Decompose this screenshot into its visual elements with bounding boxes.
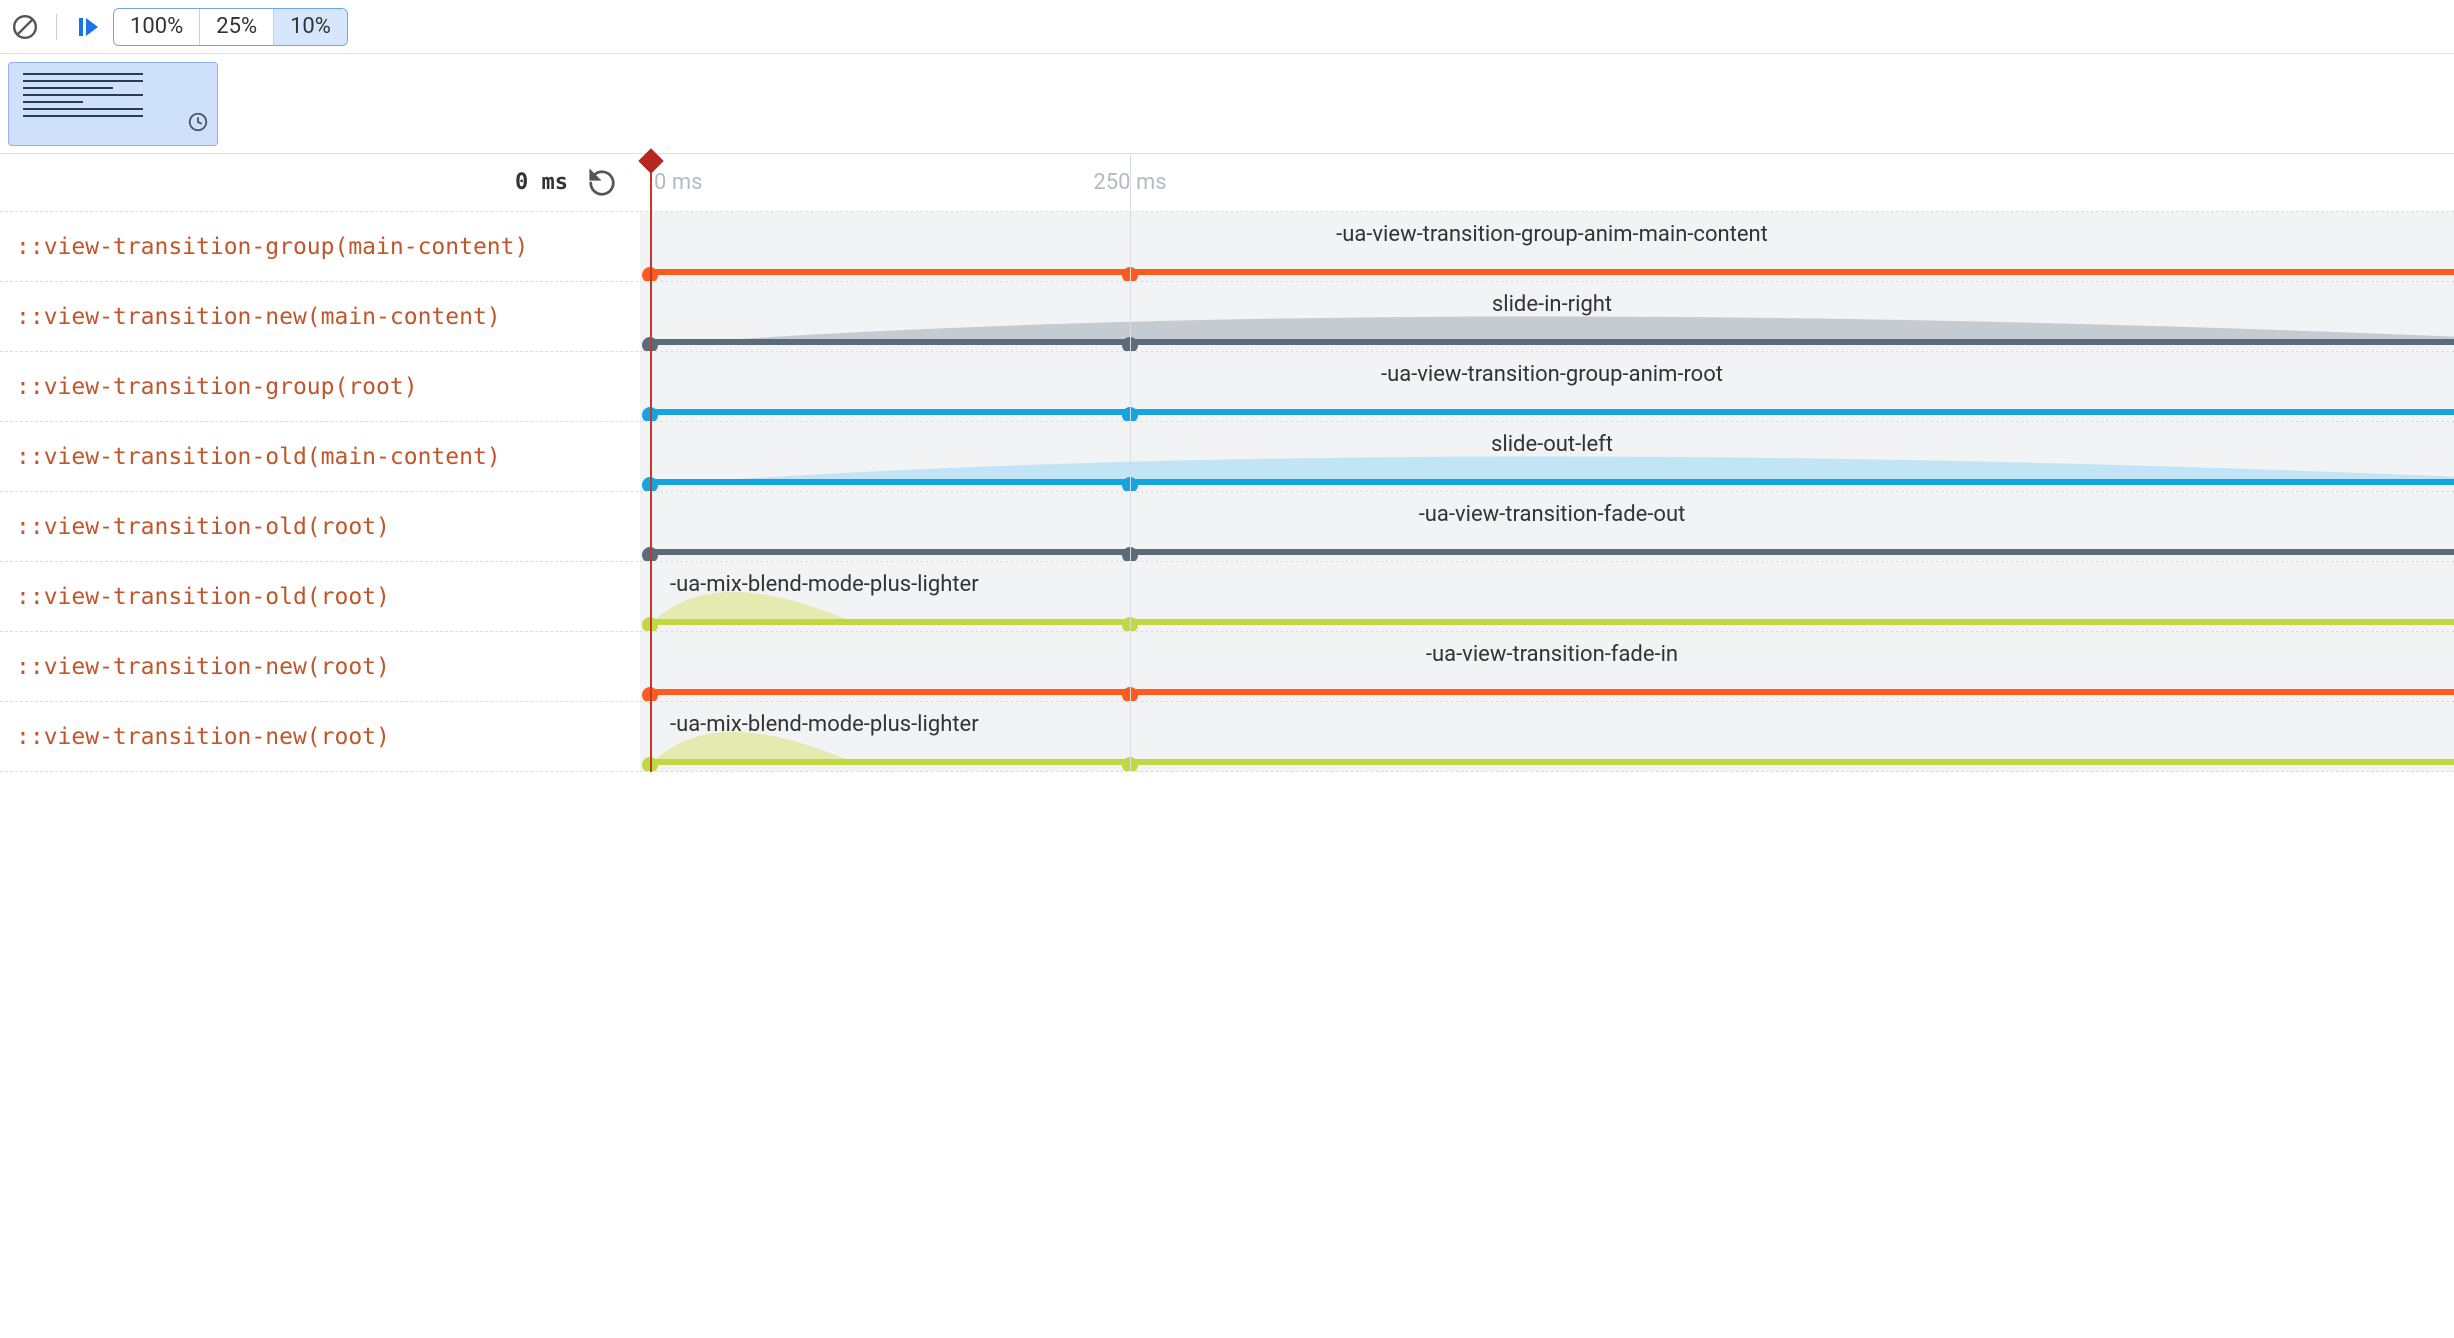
speed-option-100[interactable]: 100%: [114, 9, 200, 45]
animation-duration-bar[interactable]: [650, 619, 2454, 625]
clear-button[interactable]: [8, 10, 42, 44]
preview-line: [23, 73, 143, 75]
animation-duration-bar[interactable]: [650, 549, 2454, 555]
animation-name-label: -ua-mix-blend-mode-plus-lighter: [650, 572, 2454, 597]
timeline-header: 0 ms 0 ms 250 ms: [0, 154, 2454, 212]
animation-row: ::view-transition-old(root) -ua-mix-blend…: [0, 562, 2454, 632]
clear-icon: [12, 14, 38, 40]
animation-duration-bar[interactable]: [650, 479, 2454, 485]
animation-track[interactable]: -ua-mix-blend-mode-plus-lighter: [640, 702, 2454, 771]
animation-name-label: -ua-view-transition-fade-out: [650, 502, 2454, 527]
animation-selector-label[interactable]: ::view-transition-new(main-content): [0, 282, 640, 351]
preview-line: [23, 87, 113, 89]
play-pause-button[interactable]: [71, 10, 105, 44]
animation-rows: ::view-transition-group(main-content)-ua…: [0, 212, 2454, 772]
speed-option-25[interactable]: 25%: [200, 9, 274, 45]
clock-icon: [187, 111, 209, 139]
gridline-250ms: [1130, 154, 1131, 772]
animation-row: ::view-transition-new(root) -ua-view-tran…: [0, 632, 2454, 702]
animation-selector-label[interactable]: ::view-transition-new(root): [0, 702, 640, 771]
timeline-header-left: 0 ms: [0, 154, 640, 211]
animation-selector-label[interactable]: ::view-transition-group(root): [0, 352, 640, 421]
animation-duration-bar[interactable]: [650, 759, 2454, 765]
animation-selector-label[interactable]: ::view-transition-new(root): [0, 632, 640, 701]
replay-icon: [587, 168, 617, 198]
animation-row: ::view-transition-old(main-content) slide…: [0, 422, 2454, 492]
animation-duration-bar[interactable]: [650, 339, 2454, 345]
toolbar: 100% 25% 10%: [0, 0, 2454, 54]
tick-label-0ms: 0 ms: [654, 170, 702, 195]
animation-row: ::view-transition-old(root) -ua-view-tran…: [0, 492, 2454, 562]
animation-name-label: -ua-mix-blend-mode-plus-lighter: [650, 712, 2454, 737]
animation-selector-label[interactable]: ::view-transition-old(main-content): [0, 422, 640, 491]
playhead-scrubber[interactable]: [650, 154, 652, 772]
preview-line: [23, 101, 83, 103]
toolbar-divider: [56, 14, 57, 40]
animation-name-label: slide-in-right: [650, 292, 2454, 317]
animation-group-preview[interactable]: [8, 62, 218, 146]
animation-row: ::view-transition-group(root) -ua-view-tr…: [0, 352, 2454, 422]
animation-selector-label[interactable]: ::view-transition-old(root): [0, 492, 640, 561]
animation-name-label: -ua-view-transition-group-anim-main-cont…: [650, 222, 2454, 247]
animation-track[interactable]: -ua-mix-blend-mode-plus-lighter: [640, 562, 2454, 631]
replay-button[interactable]: [584, 165, 620, 201]
animation-duration-bar[interactable]: [650, 689, 2454, 695]
animation-track[interactable]: -ua-view-transition-group-anim-main-cont…: [640, 212, 2454, 281]
animation-name-label: -ua-view-transition-group-anim-root: [650, 362, 2454, 387]
playback-speed-group: 100% 25% 10%: [113, 8, 348, 46]
play-pause-icon: [76, 15, 100, 39]
animation-row: ::view-transition-group(main-content) -ua…: [0, 212, 2454, 282]
animation-track[interactable]: slide-out-left: [640, 422, 2454, 491]
preview-line: [23, 108, 143, 110]
animation-track[interactable]: slide-in-right: [640, 282, 2454, 351]
preview-line: [23, 80, 143, 82]
animation-selector-label[interactable]: ::view-transition-group(main-content): [0, 212, 640, 281]
animation-selector-label[interactable]: ::view-transition-old(root): [0, 562, 640, 631]
animation-groups-strip: [0, 54, 2454, 154]
animation-duration-bar[interactable]: [650, 409, 2454, 415]
speed-option-10[interactable]: 10%: [274, 9, 347, 45]
preview-line: [23, 94, 143, 96]
animation-track[interactable]: -ua-view-transition-fade-out: [640, 492, 2454, 561]
animation-name-label: slide-out-left: [650, 432, 2454, 457]
preview-line: [23, 115, 143, 117]
animation-track[interactable]: -ua-view-transition-fade-in: [640, 632, 2454, 701]
animation-name-label: -ua-view-transition-fade-in: [650, 642, 2454, 667]
current-time-label: 0 ms: [515, 170, 568, 195]
animation-track[interactable]: -ua-view-transition-group-anim-root: [640, 352, 2454, 421]
animation-row: ::view-transition-new(root) -ua-mix-blend…: [0, 702, 2454, 772]
animation-row: ::view-transition-new(main-content) slide…: [0, 282, 2454, 352]
animation-duration-bar[interactable]: [650, 269, 2454, 275]
